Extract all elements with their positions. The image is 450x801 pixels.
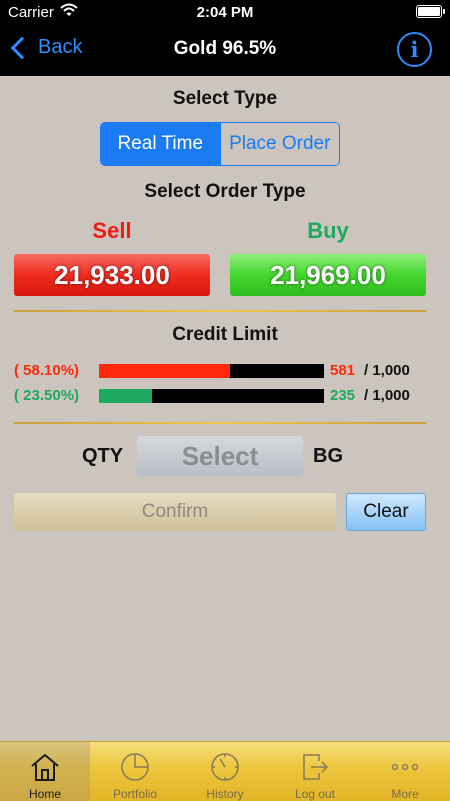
- pie-chart-icon: [117, 749, 153, 785]
- segment-real-time[interactable]: Real Time: [101, 123, 220, 165]
- credit-row: ( 23.50%) 235 / 1,000: [14, 386, 434, 406]
- credit-row: ( 58.10%) 581 / 1,000: [14, 361, 434, 381]
- tab-portfolio[interactable]: Portfolio: [90, 742, 180, 801]
- tab-home[interactable]: Home: [0, 742, 90, 801]
- buy-price-button[interactable]: 21,969.00: [230, 254, 426, 296]
- credit-bar-fill: [99, 364, 230, 378]
- sell-price-button[interactable]: 21,933.00: [14, 254, 210, 296]
- nav-bar: Back Gold 96.5% i: [0, 24, 450, 76]
- credit-used: 581: [330, 362, 356, 379]
- sell-label: Sell: [92, 218, 132, 243]
- qty-label: QTY: [82, 445, 124, 467]
- tab-history[interactable]: History: [180, 742, 270, 801]
- tab-more[interactable]: More: [360, 742, 450, 801]
- type-segmented-control: Real Time Place Order: [100, 122, 340, 166]
- credit-total: / 1,000: [364, 387, 410, 404]
- logout-icon: [297, 749, 333, 785]
- credit-limit-heading: Credit Limit: [172, 324, 278, 345]
- credit-used: 235: [330, 387, 356, 404]
- more-icon: [387, 749, 423, 785]
- info-icon[interactable]: i: [397, 32, 432, 67]
- credit-bar: [99, 364, 324, 378]
- credit-bar: [99, 389, 324, 403]
- clock-icon: [207, 749, 243, 785]
- order-type-heading: Select Order Type: [144, 181, 306, 202]
- tab-label: History: [206, 787, 244, 801]
- divider: [14, 310, 426, 312]
- tab-label: Portfolio: [112, 787, 158, 801]
- segment-place-order[interactable]: Place Order: [219, 123, 339, 165]
- tab-label: Home: [28, 787, 61, 801]
- divider: [14, 422, 426, 424]
- buy-label: Buy: [307, 218, 349, 243]
- credit-percent: ( 23.50%): [14, 387, 80, 404]
- tab-label: Log out: [294, 787, 336, 801]
- battery-icon: [416, 5, 445, 18]
- quantity-select[interactable]: Select: [137, 436, 303, 476]
- home-icon: [27, 749, 63, 785]
- credit-bar-fill: [99, 389, 152, 403]
- status-time: 2:04 PM: [196, 4, 254, 21]
- select-type-heading: Select Type: [172, 88, 278, 109]
- tab-logout[interactable]: Log out: [270, 742, 360, 801]
- credit-percent: ( 58.10%): [14, 362, 80, 379]
- status-bar: Carrier 2:04 PM: [0, 0, 450, 24]
- tab-label: More: [391, 787, 419, 801]
- unit-label: BG: [313, 445, 343, 467]
- confirm-button[interactable]: Confirm: [14, 493, 336, 531]
- page-title: Gold 96.5%: [173, 38, 277, 59]
- clear-button[interactable]: Clear: [346, 493, 426, 531]
- tab-bar: Home Portfolio History Log out More: [0, 741, 450, 801]
- credit-total: / 1,000: [364, 362, 410, 379]
